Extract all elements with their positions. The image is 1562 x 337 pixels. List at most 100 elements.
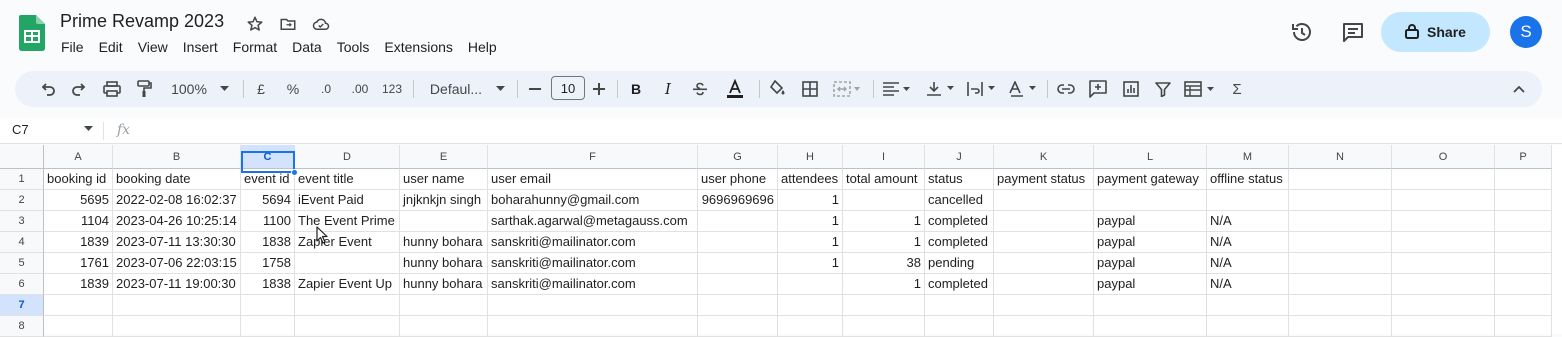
spreadsheet-grid[interactable]: A B C D E F G H I J K L M N O P 1 booking id booking date e… [0,145,1562,337]
currency-format-button[interactable]: £ [251,71,271,107]
comments-icon[interactable] [1341,20,1365,49]
print-icon[interactable] [99,71,125,107]
table-cell[interactable] [843,190,925,211]
filter-views-icon[interactable] [1181,71,1219,107]
number-format-button[interactable]: 123 [379,71,405,107]
table-cell[interactable] [44,295,113,316]
header-cell[interactable]: user name [400,169,488,190]
table-cell[interactable]: completed [925,232,994,253]
header-cell[interactable]: payment status [994,169,1094,190]
table-cell[interactable]: paypal [1094,232,1207,253]
row-header[interactable]: 6 [0,274,44,295]
table-cell[interactable] [994,253,1094,274]
column-header-g[interactable]: G [698,145,778,169]
table-cell[interactable]: hunny bohara [400,232,488,253]
name-box[interactable]: C7 [12,122,29,137]
name-box-caret-icon[interactable] [84,124,93,134]
table-cell[interactable]: 2023-07-06 22:03:15 [113,253,241,274]
table-cell[interactable]: 2022-02-08 16:02:37 [113,190,241,211]
menu-help[interactable]: Help [468,39,497,55]
table-cell[interactable]: 1100 [241,211,295,232]
table-cell[interactable] [295,295,400,316]
table-cell[interactable]: Zapier Event Up [295,274,400,295]
table-cell[interactable] [1392,274,1495,295]
menu-edit[interactable]: Edit [99,39,123,55]
table-cell[interactable] [1289,274,1392,295]
table-cell[interactable]: 38 [843,253,925,274]
table-cell[interactable] [1495,253,1552,274]
font-select[interactable]: Defaul... [423,71,489,107]
menu-insert[interactable]: Insert [183,39,218,55]
table-cell[interactable]: sarthak.agarwal@metagauss.com [488,211,698,232]
header-cell[interactable] [1289,169,1392,190]
row-header[interactable]: 4 [0,232,44,253]
table-cell[interactable] [1495,274,1552,295]
undo-icon[interactable] [35,71,61,107]
table-cell[interactable] [778,274,843,295]
column-header-b[interactable]: B [113,145,241,169]
table-cell[interactable] [400,211,488,232]
menu-format[interactable]: Format [233,39,277,55]
header-cell[interactable]: user phone [698,169,778,190]
table-cell[interactable] [1495,211,1552,232]
table-cell[interactable] [698,295,778,316]
text-wrapping-icon[interactable] [964,71,1000,107]
table-cell[interactable] [1392,232,1495,253]
table-cell[interactable] [698,253,778,274]
table-cell[interactable]: Zapier Event [295,232,400,253]
table-cell[interactable]: pending [925,253,994,274]
table-cell[interactable] [1495,232,1552,253]
functions-button[interactable]: Σ [1227,71,1247,107]
table-cell[interactable] [778,295,843,316]
zoom-caret-icon[interactable] [217,71,231,107]
table-cell[interactable]: completed [925,211,994,232]
table-cell[interactable]: The Event Prime [295,211,400,232]
sheets-logo-icon[interactable] [19,15,45,51]
table-cell[interactable]: sanskriti@mailinator.com [488,253,698,274]
share-button[interactable]: Share [1381,12,1490,52]
column-header-a[interactable]: A [44,145,113,169]
table-cell[interactable] [1289,190,1392,211]
table-cell[interactable] [1495,295,1552,316]
header-cell[interactable]: status [925,169,994,190]
table-cell[interactable]: 1 [778,253,843,274]
vertical-scrollbar[interactable] [1552,145,1562,334]
table-cell[interactable]: hunny bohara [400,274,488,295]
text-color-icon[interactable] [723,71,747,107]
table-cell[interactable] [925,295,994,316]
font-size-increase-icon[interactable] [589,71,609,107]
table-cell[interactable] [295,253,400,274]
bold-button[interactable]: B [626,71,646,107]
row-header[interactable]: 1 [0,169,44,190]
insert-comment-icon[interactable] [1086,71,1110,107]
strikethrough-icon[interactable] [689,71,711,107]
table-cell[interactable]: 1839 [44,274,113,295]
table-cell[interactable] [1289,232,1392,253]
table-cell[interactable]: 1 [843,211,925,232]
table-cell[interactable]: N/A [1207,232,1289,253]
star-icon[interactable] [244,13,266,35]
menu-extensions[interactable]: Extensions [384,39,452,55]
column-header-n[interactable]: N [1289,145,1392,169]
font-caret-icon[interactable] [493,71,507,107]
table-cell[interactable]: paypal [1094,274,1207,295]
table-cell[interactable]: 2023-07-11 19:00:30 [113,274,241,295]
table-cell[interactable]: hunny bohara [400,253,488,274]
table-cell[interactable]: 1839 [44,232,113,253]
select-all-corner[interactable] [0,145,44,169]
version-history-icon[interactable] [1290,20,1314,49]
font-size-decrease-icon[interactable] [525,71,545,107]
table-cell[interactable]: 1838 [241,232,295,253]
table-cell[interactable] [1392,253,1495,274]
table-cell[interactable]: boharahunny@gmail.com [488,190,698,211]
table-cell[interactable] [994,232,1094,253]
header-cell[interactable]: booking id [44,169,113,190]
header-cell[interactable]: offline status [1207,169,1289,190]
header-cell[interactable]: user email [488,169,698,190]
cloud-saved-icon[interactable] [310,13,332,35]
table-cell[interactable]: cancelled [925,190,994,211]
table-cell[interactable]: 1838 [241,274,295,295]
table-cell[interactable] [1392,190,1495,211]
table-cell[interactable]: 1104 [44,211,113,232]
header-cell[interactable] [1495,169,1552,190]
